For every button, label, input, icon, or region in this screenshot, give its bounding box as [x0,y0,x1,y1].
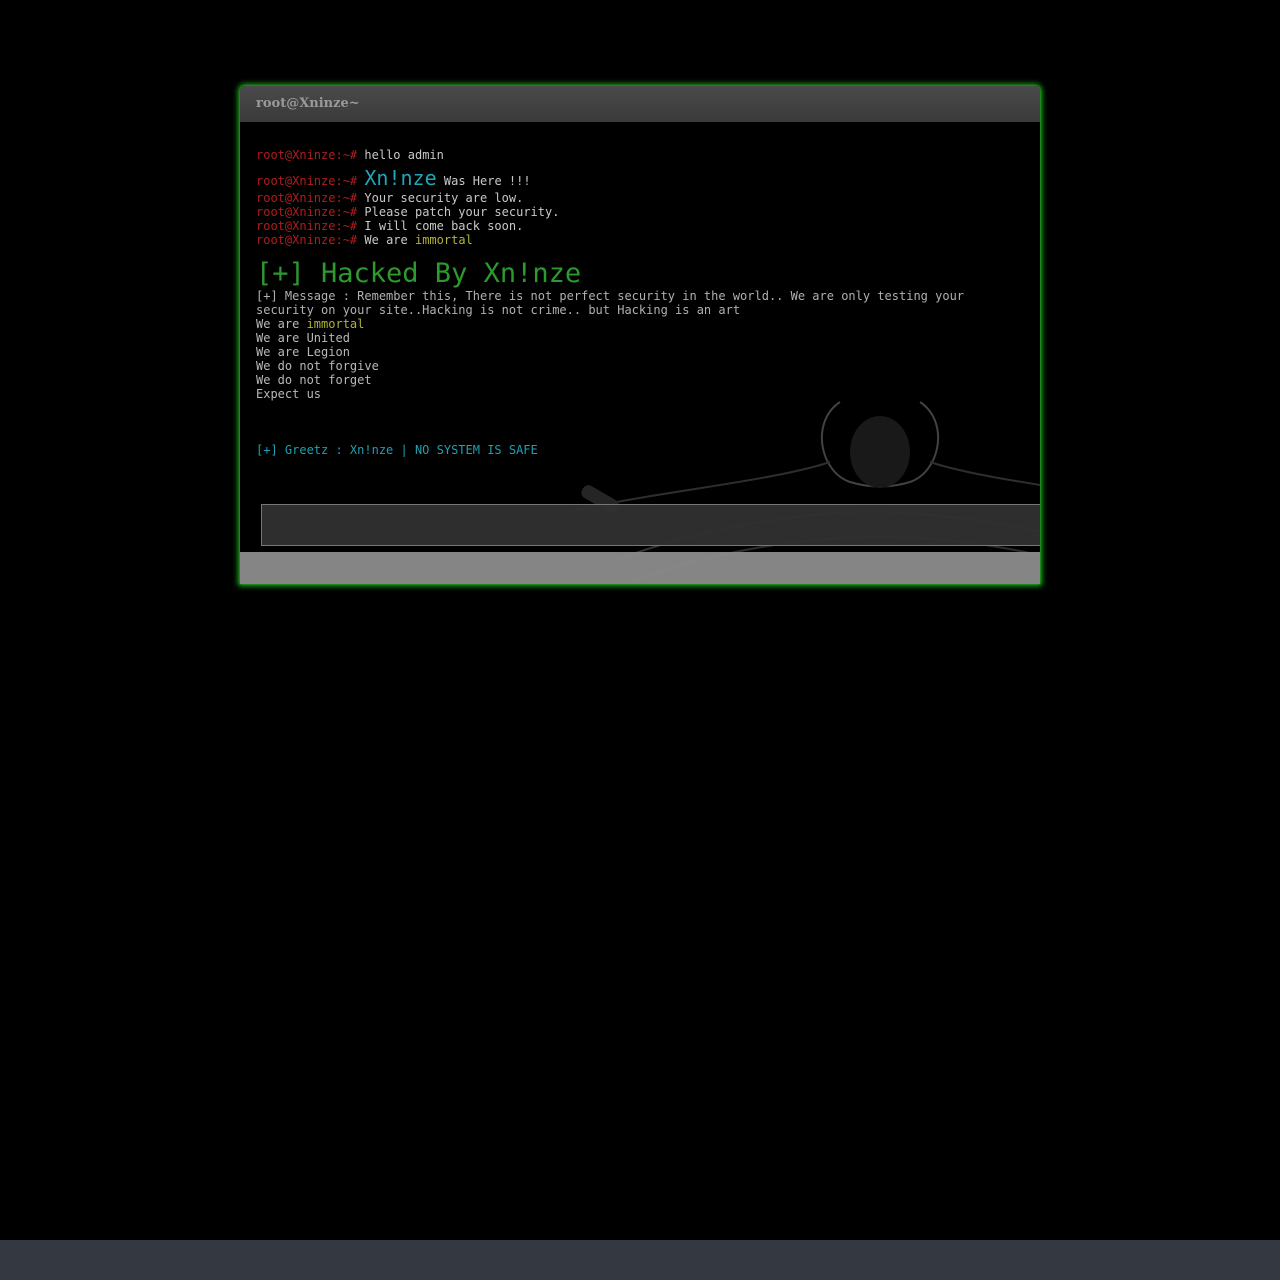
shell-prompt: root@Xninze:~# [256,191,358,205]
message-text: [+] Message : Remember this, There is no… [256,289,965,317]
title-bar: root@Xninze~ [240,86,1040,122]
line-text: Please patch your security. [364,205,560,219]
highlight-word: immortal [414,233,473,247]
shell-prompt: root@Xninze:~# [256,174,358,188]
line-text: We are [364,233,415,247]
terminal-output: root@Xninze:~# hello admin root@Xninze:~… [256,148,1026,457]
greetz-text: [+] Greetz : Xn!nze | NO SYSTEM IS SAFE [256,443,538,457]
motto-line: We are immortal [256,317,1026,331]
page: root@Xninze~ root@Xninze:~# hello admin [0,0,1280,1280]
terminal-line: root@Xninze:~# Please patch your securit… [256,205,1026,219]
shell-prompt: root@Xninze:~# [256,233,358,247]
terminal-line: root@Xninze:~# Xn!nze Was Here !!! [256,168,1026,191]
terminal-line: root@Xninze:~# I will come back soon. [256,219,1026,233]
motto-line: Expect us [256,387,322,401]
terminal-line: root@Xninze:~# Your security are low. [256,191,1026,205]
motto-line: We do not forgive [256,359,379,373]
motto-line: We are Legion [256,345,350,359]
motto-text: We are [256,317,307,331]
shell-prompt: root@Xninze:~# [256,205,358,219]
bottom-bar [0,1240,1280,1280]
terminal-line: root@Xninze:~# We are immortal [256,233,1026,247]
terminal-line: root@Xninze:~# hello admin [256,148,1026,162]
hacked-heading: [+] Hacked By Xn!nze [256,258,582,289]
motto-line: We are United [256,331,350,345]
shell-prompt: root@Xninze:~# [256,219,358,233]
terminal-window: root@Xninze~ root@Xninze:~# hello admin [240,86,1040,584]
line-text: Was Here !!! [436,174,531,188]
highlight-word: immortal [306,317,365,331]
command-input-box[interactable] [261,504,1040,546]
line-text: Your security are low. [364,191,524,205]
motto-line: We do not forget [256,373,372,387]
window-title: root@Xninze~ [256,96,360,111]
hacker-name: Xn!nze [364,166,437,190]
line-text: hello admin [364,148,444,162]
footer-bar [240,552,1040,584]
shell-prompt: root@Xninze:~# [256,148,358,162]
line-text: I will come back soon. [364,219,524,233]
